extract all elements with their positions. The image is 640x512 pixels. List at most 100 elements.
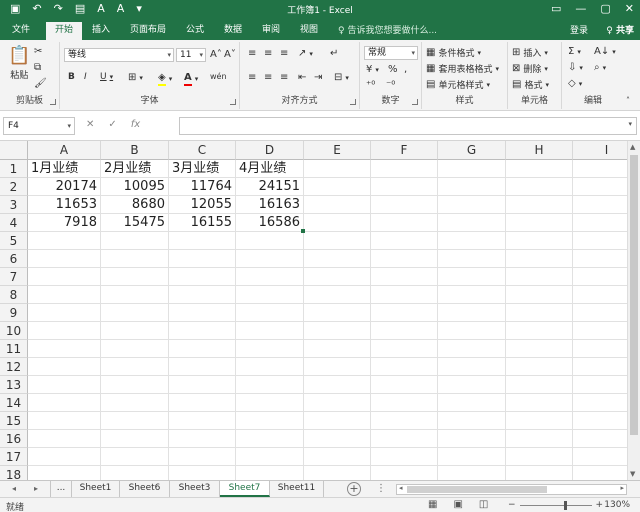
cell-g10[interactable]	[438, 322, 506, 340]
collapse-ribbon-button[interactable]: ˄	[626, 96, 630, 105]
column-header-c[interactable]: C	[169, 141, 236, 160]
cell-f4[interactable]	[371, 214, 438, 232]
page-layout-view-icon[interactable]: ▣	[453, 499, 462, 510]
grow-font-button[interactable]: A˄	[210, 49, 222, 61]
cell-e14[interactable]	[304, 394, 371, 412]
cell-c14[interactable]	[169, 394, 236, 412]
cell-g5[interactable]	[438, 232, 506, 250]
cell-a14[interactable]	[28, 394, 101, 412]
cell-e2[interactable]	[304, 178, 371, 196]
phonetic-button[interactable]: wén	[210, 72, 227, 81]
cell-g15[interactable]	[438, 412, 506, 430]
cell-g12[interactable]	[438, 358, 506, 376]
cell-f3[interactable]	[371, 196, 438, 214]
cell-c16[interactable]	[169, 430, 236, 448]
cell-h6[interactable]	[506, 250, 573, 268]
cell-c1[interactable]: 3月业绩	[169, 160, 236, 178]
cell-h12[interactable]	[506, 358, 573, 376]
cell-d11[interactable]	[236, 340, 304, 358]
sort-filter-button[interactable]: A↓ ▾	[594, 46, 616, 58]
cell-e8[interactable]	[304, 286, 371, 304]
cell-g8[interactable]	[438, 286, 506, 304]
cell-i1[interactable]	[573, 160, 627, 178]
cell-a13[interactable]	[28, 376, 101, 394]
row-header-16[interactable]: 16	[0, 430, 28, 448]
row-header-18[interactable]: 18	[0, 466, 28, 480]
cell-c3[interactable]: 12055	[169, 196, 236, 214]
autosum-button[interactable]: Σ ▾	[568, 46, 581, 58]
cell-g2[interactable]	[438, 178, 506, 196]
cell-i3[interactable]	[573, 196, 627, 214]
cell-g14[interactable]	[438, 394, 506, 412]
cell-b17[interactable]	[101, 448, 169, 466]
cell-c12[interactable]	[169, 358, 236, 376]
cell-d1[interactable]: 4月业绩	[236, 160, 304, 178]
find-select-button[interactable]: ⌕ ▾	[594, 62, 606, 74]
cell-a18[interactable]	[28, 466, 101, 480]
cell-g3[interactable]	[438, 196, 506, 214]
increase-indent-button[interactable]: ⇥	[314, 72, 322, 84]
cell-b11[interactable]	[101, 340, 169, 358]
format-as-table-button[interactable]: ▦ 套用表格格式 ▾	[426, 62, 499, 76]
align-bottom-button[interactable]: ≡	[280, 48, 288, 60]
merge-center-button[interactable]: ⊟ ▾	[334, 72, 349, 84]
cell-a2[interactable]: 20174	[28, 178, 101, 196]
cell-h2[interactable]	[506, 178, 573, 196]
format-painter-button[interactable]: 🖌	[34, 78, 47, 90]
cell-g11[interactable]	[438, 340, 506, 358]
cell-b9[interactable]	[101, 304, 169, 322]
row-header-1[interactable]: 1	[0, 160, 28, 178]
row-header-13[interactable]: 13	[0, 376, 28, 394]
insert-cells-button[interactable]: ⊞ 插入 ▾	[512, 46, 548, 60]
row-header-9[interactable]: 9	[0, 304, 28, 322]
sheet-tab[interactable]: Sheet1	[72, 481, 120, 497]
cell-h1[interactable]	[506, 160, 573, 178]
clear-button[interactable]: ◇ ▾	[568, 78, 582, 90]
launcher-icon[interactable]	[50, 99, 56, 105]
cell-b8[interactable]	[101, 286, 169, 304]
cell-a16[interactable]	[28, 430, 101, 448]
cell-g1[interactable]	[438, 160, 506, 178]
cell-f13[interactable]	[371, 376, 438, 394]
select-all-corner[interactable]	[0, 141, 28, 160]
cut-button[interactable]: ✂	[34, 46, 42, 58]
cell-i5[interactable]	[573, 232, 627, 250]
column-header-h[interactable]: H	[506, 141, 573, 160]
cell-a15[interactable]	[28, 412, 101, 430]
cell-b6[interactable]	[101, 250, 169, 268]
column-header-d[interactable]: D	[236, 141, 304, 160]
sheet-tab[interactable]: Sheet3	[170, 481, 220, 497]
row-header-5[interactable]: 5	[0, 232, 28, 250]
cell-d13[interactable]	[236, 376, 304, 394]
cell-i18[interactable]	[573, 466, 627, 480]
cell-f14[interactable]	[371, 394, 438, 412]
cell-d14[interactable]	[236, 394, 304, 412]
fill-button[interactable]: ⇩ ▾	[568, 62, 583, 74]
cell-e7[interactable]	[304, 268, 371, 286]
cell-g9[interactable]	[438, 304, 506, 322]
cell-e6[interactable]	[304, 250, 371, 268]
vertical-scrollbar[interactable]: ▲ ▼	[627, 141, 640, 480]
scroll-up-icon[interactable]: ▲	[630, 143, 635, 151]
cell-h13[interactable]	[506, 376, 573, 394]
cell-e5[interactable]	[304, 232, 371, 250]
column-header-g[interactable]: G	[438, 141, 506, 160]
worksheet-grid[interactable]: A B C D E F G H I 1 1月业绩 2月业绩 3月业绩 4月业绩 2 20174 10095 117…	[0, 141, 627, 480]
cell-b18[interactable]	[101, 466, 169, 480]
cell-g6[interactable]	[438, 250, 506, 268]
column-header-a[interactable]: A	[28, 141, 101, 160]
tell-me-search[interactable]: ♀ 告诉我您想要做什么...	[338, 23, 437, 36]
cell-e17[interactable]	[304, 448, 371, 466]
column-header-i[interactable]: I	[573, 141, 627, 160]
cell-g7[interactable]	[438, 268, 506, 286]
column-header-e[interactable]: E	[304, 141, 371, 160]
cell-b3[interactable]: 8680	[101, 196, 169, 214]
tab-review[interactable]: 审阅	[256, 22, 286, 40]
cell-b16[interactable]	[101, 430, 169, 448]
currency-button[interactable]: ¥ ▾	[366, 64, 379, 76]
tab-page-layout[interactable]: 页面布局	[124, 22, 172, 40]
cell-a10[interactable]	[28, 322, 101, 340]
cell-i17[interactable]	[573, 448, 627, 466]
cell-g17[interactable]	[438, 448, 506, 466]
scroll-right-icon[interactable]: ▸	[620, 484, 624, 492]
